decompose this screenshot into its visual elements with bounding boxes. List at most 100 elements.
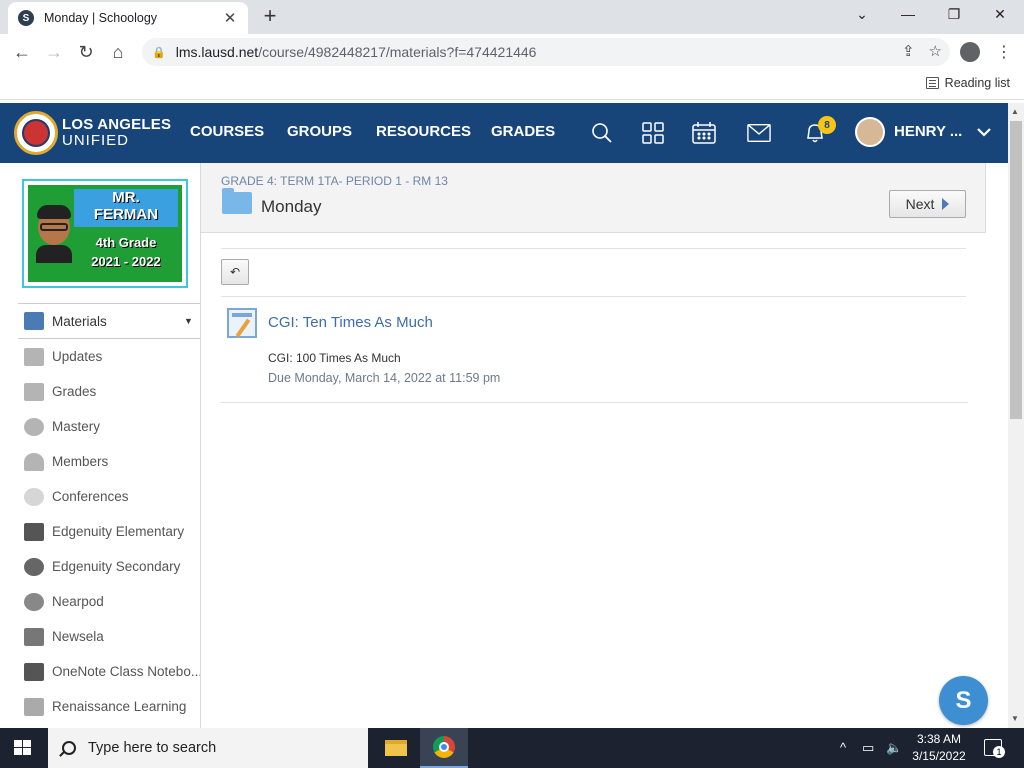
sidebar-item-label: Materials bbox=[52, 313, 107, 329]
tab-title: Monday | Schoology bbox=[44, 11, 158, 25]
back-to-parent-button[interactable]: ↶ bbox=[221, 259, 249, 285]
user-menu-chevron-icon[interactable] bbox=[976, 125, 992, 143]
page-title: Monday bbox=[261, 197, 322, 216]
next-button-label: Next bbox=[905, 196, 935, 212]
search-icon[interactable] bbox=[590, 121, 614, 145]
home-icon[interactable]: ⌂ bbox=[106, 40, 130, 64]
user-avatar[interactable] bbox=[855, 117, 885, 147]
windows-start-icon[interactable] bbox=[14, 740, 32, 756]
mastery-icon bbox=[24, 417, 44, 436]
assignment-description: CGI: 100 Times As Much bbox=[268, 351, 401, 365]
sidebar-item-edgenuity-secondary[interactable]: Edgenuity Secondary bbox=[0, 549, 201, 584]
scroll-down-icon[interactable]: ▼ bbox=[1011, 714, 1019, 723]
taskbar-clock[interactable]: 3:38 AM 3/15/2022 bbox=[900, 731, 978, 765]
sidebar-item-nearpod[interactable]: Nearpod bbox=[0, 584, 201, 619]
course-image-banner: MR. FERMAN bbox=[74, 189, 178, 227]
tab-strip: S Monday | Schoology ✕ + ⌄ — ❐ ✕ bbox=[0, 0, 1024, 34]
logo-line1: LOS ANGELES bbox=[62, 116, 172, 133]
url-text: lms.lausd.net/course/4982448217/material… bbox=[176, 44, 537, 60]
lock-icon: 🔒 bbox=[152, 46, 166, 59]
nav-grades[interactable]: GRADES bbox=[491, 123, 555, 140]
calendar-icon[interactable] bbox=[692, 121, 716, 145]
sidebar-item-updates[interactable]: Updates bbox=[0, 339, 201, 374]
nav-groups[interactable]: GROUPS bbox=[287, 123, 352, 140]
clock-date: 3/15/2022 bbox=[912, 749, 966, 763]
clock-time: 3:38 AM bbox=[916, 732, 962, 746]
taskbar-search-input[interactable]: Type here to search bbox=[48, 728, 368, 768]
sidebar-item-label: Renaissance Learning bbox=[52, 699, 187, 714]
sidebar-item-label: Edgenuity Secondary bbox=[52, 559, 181, 574]
notification-badge: 8 bbox=[818, 116, 836, 134]
new-tab-button[interactable]: + bbox=[258, 4, 282, 28]
close-window-button[interactable]: ✕ bbox=[990, 6, 1010, 23]
chrome-taskbar-icon[interactable] bbox=[420, 728, 468, 768]
reading-list-icon bbox=[925, 77, 939, 89]
course-image-grade: 4th Grade 2021 - 2022 bbox=[74, 233, 178, 277]
chrome-menu-icon[interactable]: ⋮ bbox=[996, 42, 1012, 62]
windows-taskbar: Type here to search ^ ▭ 🔈 3:38 AM 3/15/2… bbox=[0, 728, 1024, 768]
bitmoji-avatar bbox=[34, 205, 74, 263]
sidebar-item-members[interactable]: Members bbox=[0, 444, 201, 479]
next-button[interactable]: Next bbox=[889, 190, 966, 218]
bookmark-star-icon[interactable]: ☆ bbox=[929, 42, 942, 60]
url-path: /course/4982448217/materials?f=474421446 bbox=[258, 44, 537, 60]
course-nav: Materials ▼ Updates Grades Mastery Membe… bbox=[0, 303, 201, 724]
apps-grid-icon[interactable] bbox=[641, 121, 665, 145]
forward-arrow-icon[interactable]: → bbox=[42, 40, 66, 64]
sidebar-item-label: OneNote Class Notebo... bbox=[52, 664, 201, 679]
materials-header: GRADE 4: TERM 1TA- PERIOD 1 - RM 13 Mond… bbox=[201, 163, 986, 233]
reload-icon[interactable]: ↻ bbox=[74, 40, 98, 64]
caret-down-icon[interactable]: ▼ bbox=[184, 316, 193, 326]
sidebar-item-onenote[interactable]: OneNote Class Notebo... bbox=[0, 654, 201, 689]
address-bar[interactable]: 🔒 lms.lausd.net/course/4982448217/materi… bbox=[142, 38, 950, 66]
sidebar-item-conferences[interactable]: Conferences bbox=[0, 479, 201, 514]
nav-resources[interactable]: RESOURCES bbox=[376, 123, 471, 140]
assignment-icon bbox=[227, 308, 257, 338]
logo-text[interactable]: LOS ANGELES UNIFIED bbox=[62, 117, 171, 149]
lausd-logo[interactable] bbox=[14, 111, 58, 155]
messages-envelope-icon[interactable] bbox=[747, 121, 771, 145]
minimize-button[interactable]: — bbox=[898, 6, 918, 22]
back-arrow-icon[interactable]: ← bbox=[10, 40, 34, 64]
nearpod-icon bbox=[24, 592, 44, 611]
sidebar-item-mastery[interactable]: Mastery bbox=[0, 409, 201, 444]
file-explorer-icon[interactable] bbox=[372, 728, 420, 768]
vertical-scrollbar[interactable]: ▲ ▼ bbox=[1008, 103, 1024, 728]
course-breadcrumb[interactable]: GRADE 4: TERM 1TA- PERIOD 1 - RM 13 bbox=[221, 174, 448, 188]
bookmarks-bar: Reading list bbox=[0, 70, 1024, 100]
sidebar-item-label: Nearpod bbox=[52, 594, 104, 609]
sidebar-item-label: Conferences bbox=[52, 489, 129, 504]
sidebar-item-edgenuity-elementary[interactable]: Edgenuity Elementary bbox=[0, 514, 201, 549]
course-image-line1: MR. bbox=[112, 189, 140, 206]
reading-list-button[interactable]: Reading list bbox=[925, 76, 1010, 90]
assignment-due-date: Due Monday, March 14, 2022 at 11:59 pm bbox=[268, 371, 501, 385]
sidebar-item-label: Updates bbox=[52, 349, 103, 364]
network-icon[interactable]: ▭ bbox=[862, 740, 874, 756]
sidebar-item-grades[interactable]: Grades bbox=[0, 374, 201, 409]
sidebar-item-label: Edgenuity Elementary bbox=[52, 524, 185, 539]
course-image-line2: FERMAN bbox=[93, 206, 159, 223]
tray-chevron-icon[interactable]: ^ bbox=[840, 740, 846, 755]
divider bbox=[221, 402, 968, 403]
taskbar-search-placeholder: Type here to search bbox=[88, 740, 217, 756]
nav-courses[interactable]: COURSES bbox=[190, 123, 264, 140]
tab-search-chevron-icon[interactable]: ⌄ bbox=[852, 6, 872, 23]
browser-tab[interactable]: S Monday | Schoology ✕ bbox=[8, 2, 248, 34]
sidebar-item-renaissance[interactable]: Renaissance Learning bbox=[0, 689, 201, 724]
user-name[interactable]: HENRY ... bbox=[894, 123, 962, 140]
sidebar-item-newsela[interactable]: Newsela bbox=[0, 619, 201, 654]
url-host: lms.lausd.net bbox=[175, 44, 259, 60]
grades-icon bbox=[24, 382, 44, 401]
share-icon[interactable]: ⇪ bbox=[902, 42, 915, 60]
restore-button[interactable]: ❐ bbox=[944, 6, 964, 23]
course-profile-image[interactable]: MR. FERMAN 4th Grade 2021 - 2022 bbox=[22, 179, 188, 288]
profile-icon[interactable] bbox=[960, 42, 980, 62]
sidebar-item-materials[interactable]: Materials ▼ bbox=[18, 303, 201, 339]
assignment-title-link[interactable]: CGI: Ten Times As Much bbox=[268, 314, 433, 331]
folder-icon bbox=[222, 188, 252, 214]
edgenuity-secondary-icon bbox=[24, 557, 44, 576]
scroll-up-icon[interactable]: ▲ bbox=[1011, 107, 1019, 116]
schoology-help-button[interactable]: S bbox=[939, 676, 988, 725]
scrollbar-thumb[interactable] bbox=[1010, 121, 1022, 419]
close-tab-icon[interactable]: ✕ bbox=[222, 9, 238, 27]
